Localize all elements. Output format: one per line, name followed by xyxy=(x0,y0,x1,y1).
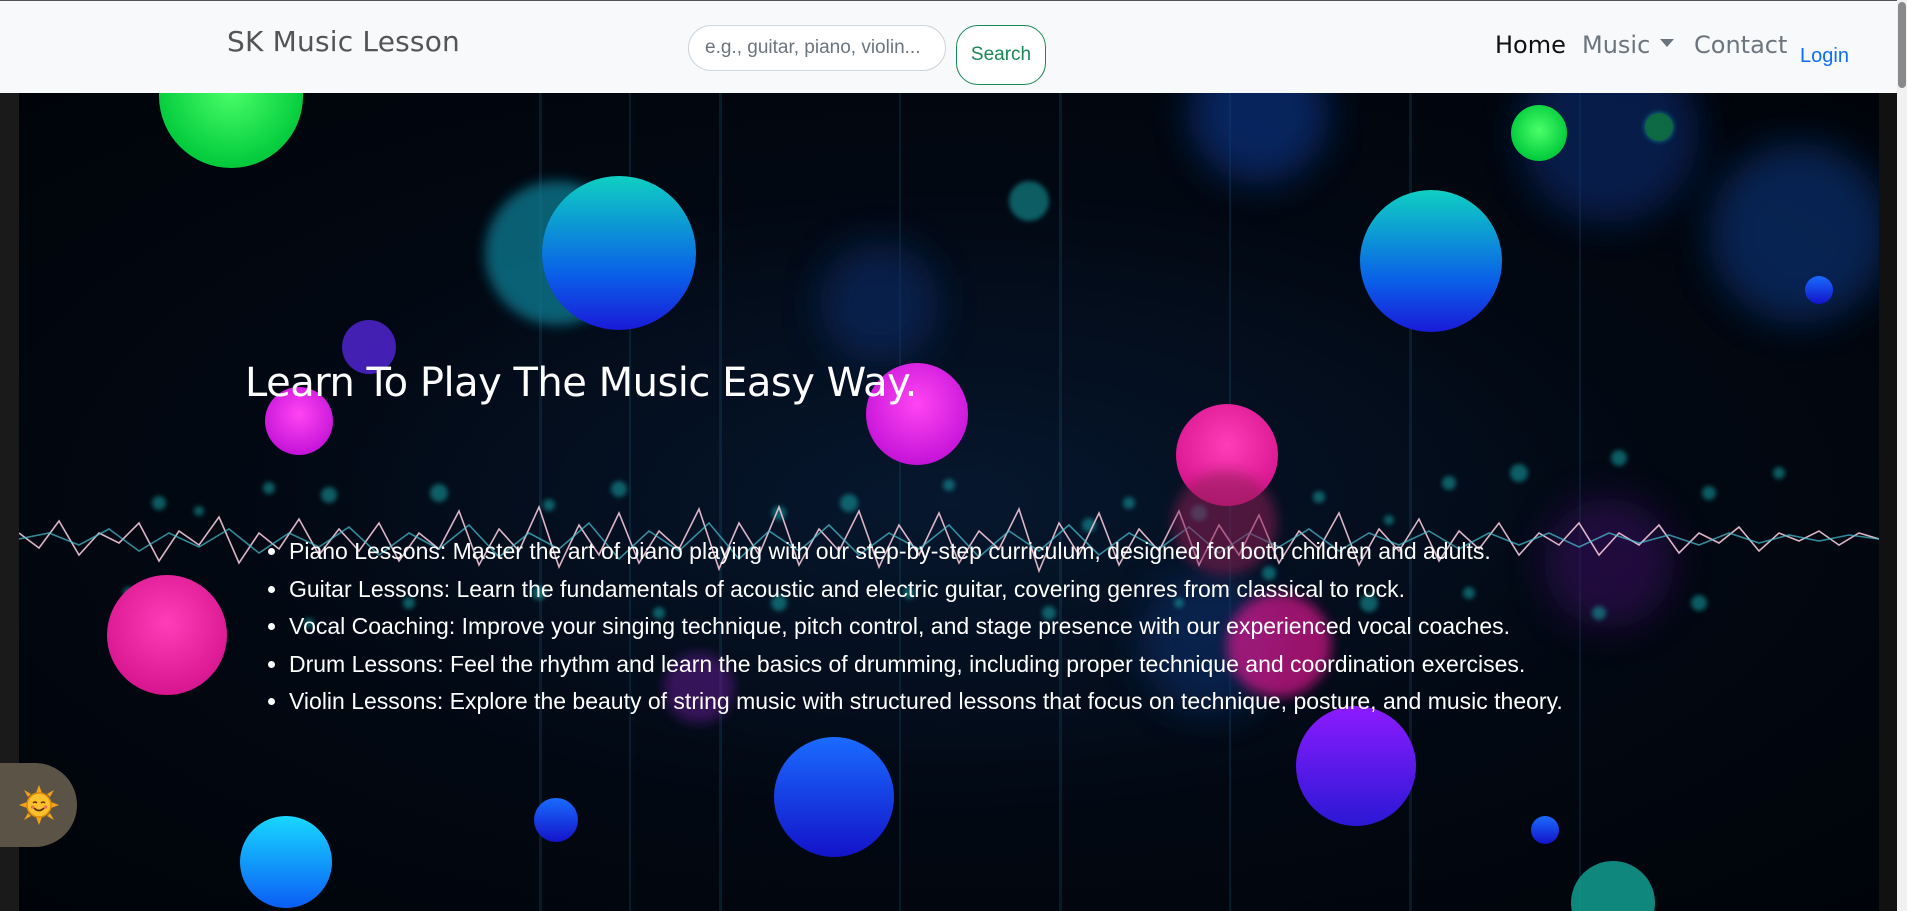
brand-logo-link[interactable]: SK Music Lesson xyxy=(227,25,460,58)
lesson-item-piano: Piano Lessons: Master the art of piano p… xyxy=(289,533,1563,571)
login-link[interactable]: Login xyxy=(1800,45,1849,68)
navbar: SK Music Lesson Search Home Music Contac… xyxy=(0,0,1907,93)
hero-background-art xyxy=(19,93,1879,911)
lesson-list: Piano Lessons: Master the art of piano p… xyxy=(245,533,1563,721)
scrollbar-thumb[interactable] xyxy=(1898,2,1906,88)
lesson-item-vocal: Vocal Coaching: Improve your singing tec… xyxy=(289,608,1563,646)
page-scrollbar[interactable] xyxy=(1897,0,1907,911)
lesson-item-guitar: Guitar Lessons: Learn the fundamentals o… xyxy=(289,571,1563,609)
nav-music-label: Music xyxy=(1582,31,1651,59)
lesson-item-violin: Violin Lessons: Explore the beauty of st… xyxy=(289,683,1563,721)
hero-section: Learn To Play The Music Easy Way. Piano … xyxy=(19,93,1879,911)
search-input[interactable] xyxy=(688,25,946,71)
caret-down-icon xyxy=(1660,39,1675,47)
sun-face-icon xyxy=(19,785,59,825)
nav-contact-link[interactable]: Contact xyxy=(1694,31,1787,59)
hero-title: Learn To Play The Music Easy Way. xyxy=(245,360,917,406)
nav-home-link[interactable]: Home xyxy=(1495,31,1566,59)
search-button[interactable]: Search xyxy=(956,25,1046,85)
lesson-item-drum: Drum Lessons: Feel the rhythm and learn … xyxy=(289,646,1563,684)
nav-music-dropdown[interactable]: Music xyxy=(1582,31,1675,59)
